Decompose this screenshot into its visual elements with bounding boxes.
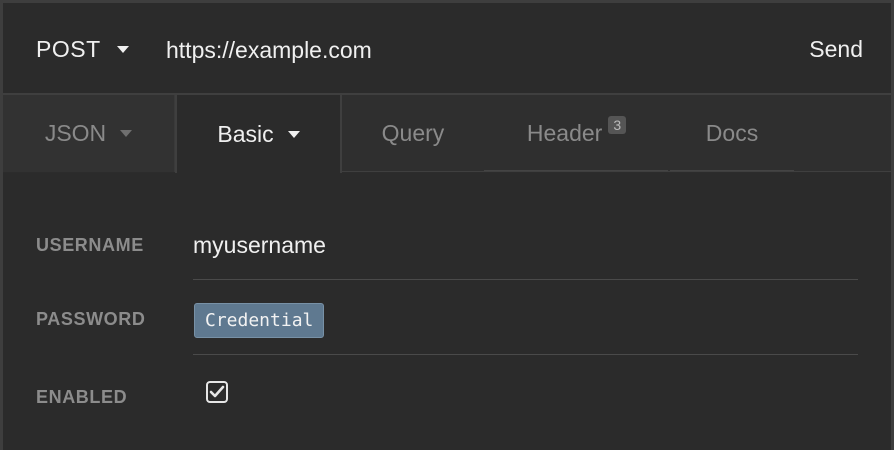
enabled-checkbox[interactable] [206, 381, 228, 403]
tab-header[interactable]: Header 3 [484, 95, 669, 172]
password-underline [193, 354, 858, 355]
method-label: POST [36, 36, 101, 62]
tab-query-label: Query [381, 120, 445, 146]
tab-divider [670, 170, 794, 171]
tab-docs[interactable]: Docs [669, 95, 795, 172]
tab-bar: JSON Basic Query Header 3 Docs [3, 95, 891, 173]
password-label: PASSWORD [36, 309, 146, 329]
request-panel: POST Send JSON Basic Query Header 3 Docs… [0, 0, 894, 450]
enabled-label: ENABLED [36, 387, 128, 407]
send-button[interactable]: Send [809, 36, 863, 63]
basic-auth-form: USERNAME myusername PASSWORD Credential … [3, 173, 891, 450]
header-count-badge: 3 [608, 115, 627, 134]
username-input[interactable]: myusername [193, 232, 326, 259]
method-dropdown[interactable]: POST [36, 36, 129, 63]
url-bar: POST Send [3, 3, 891, 95]
username-underline [193, 279, 858, 280]
chevron-down-icon [287, 130, 300, 138]
tab-divider [484, 170, 668, 171]
credential-chip[interactable]: Credential [194, 303, 325, 338]
tab-basic[interactable]: Basic [175, 95, 342, 173]
tab-json[interactable]: JSON [3, 95, 175, 172]
chevron-down-icon [120, 130, 133, 137]
tab-query[interactable]: Query [342, 95, 484, 172]
tab-basic-label: Basic [217, 120, 274, 147]
tab-docs-label: Docs [705, 120, 759, 146]
tab-header-label: Header [526, 120, 603, 146]
tab-json-label: JSON [44, 120, 107, 146]
url-input[interactable] [166, 29, 726, 71]
username-label: USERNAME [36, 235, 144, 255]
chevron-down-icon [116, 46, 129, 53]
check-icon [209, 385, 225, 398]
